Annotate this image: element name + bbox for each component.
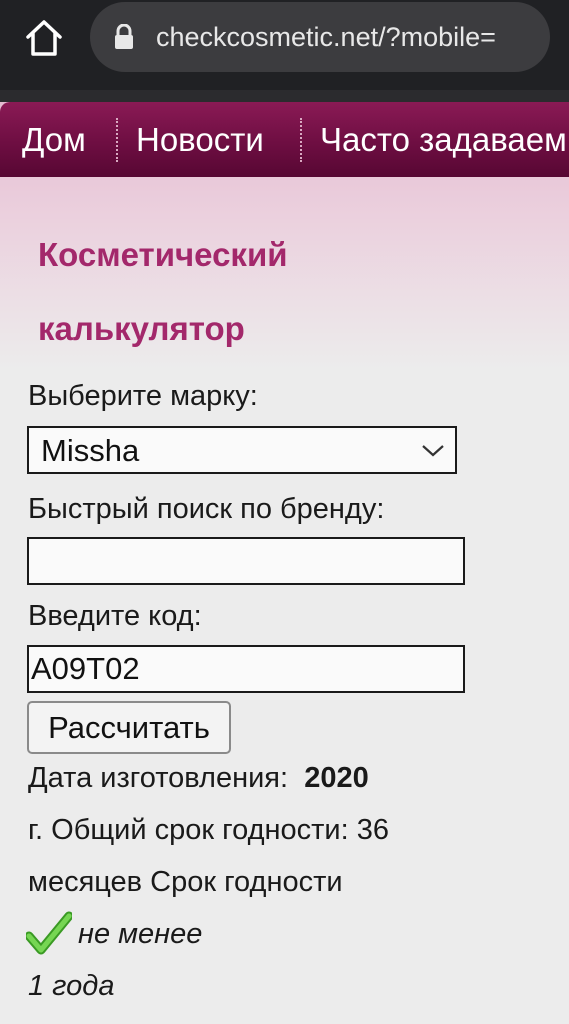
calculate-button[interactable]: Рассчитать xyxy=(27,701,231,754)
nav-divider xyxy=(300,118,302,162)
brand-search-input[interactable] xyxy=(27,537,465,585)
result-min-line: не менее xyxy=(78,918,203,950)
manufacture-year: 2020 xyxy=(304,762,369,794)
nav-item-home[interactable]: Дом xyxy=(22,102,86,177)
brand-select-value: Missha xyxy=(41,433,140,468)
code-label: Введите код: xyxy=(28,600,202,632)
lock-icon xyxy=(114,23,134,50)
result-shelf-life-line: г. Общий срок годности: 36 xyxy=(28,814,389,846)
brand-label: Выберите марку: xyxy=(28,380,258,412)
nav-divider xyxy=(116,118,118,162)
manufacture-label: Дата изготовления: xyxy=(28,762,289,794)
check-icon xyxy=(24,910,74,956)
main-nav: Дом Новости Часто задаваем xyxy=(0,102,569,177)
page-content: Дом Новости Часто задаваем Косметический… xyxy=(0,90,569,1024)
brand-search-label: Быстрый поиск по бренду: xyxy=(28,493,385,525)
nav-item-faq[interactable]: Часто задаваем xyxy=(320,102,567,177)
result-manufacture-line: Дата изготовления: 2020 xyxy=(28,762,369,795)
page-title-line1: Косметический xyxy=(38,236,288,273)
result-months-line: месяцев Срок годности xyxy=(28,866,343,898)
result-years-line: 1 года xyxy=(28,970,115,1002)
url-text[interactable]: checkcosmetic.net/?mobile= xyxy=(156,2,496,72)
home-icon[interactable] xyxy=(22,18,66,58)
page-title-line2: калькулятор xyxy=(38,310,245,347)
nav-item-news[interactable]: Новости xyxy=(136,102,264,177)
nav-top-gap xyxy=(0,90,569,102)
address-bar[interactable]: checkcosmetic.net/?mobile= xyxy=(90,2,550,72)
browser-toolbar: checkcosmetic.net/?mobile= xyxy=(0,0,569,90)
brand-select[interactable]: Missha xyxy=(27,426,457,474)
chevron-down-icon xyxy=(421,440,445,460)
code-input[interactable] xyxy=(27,645,465,693)
